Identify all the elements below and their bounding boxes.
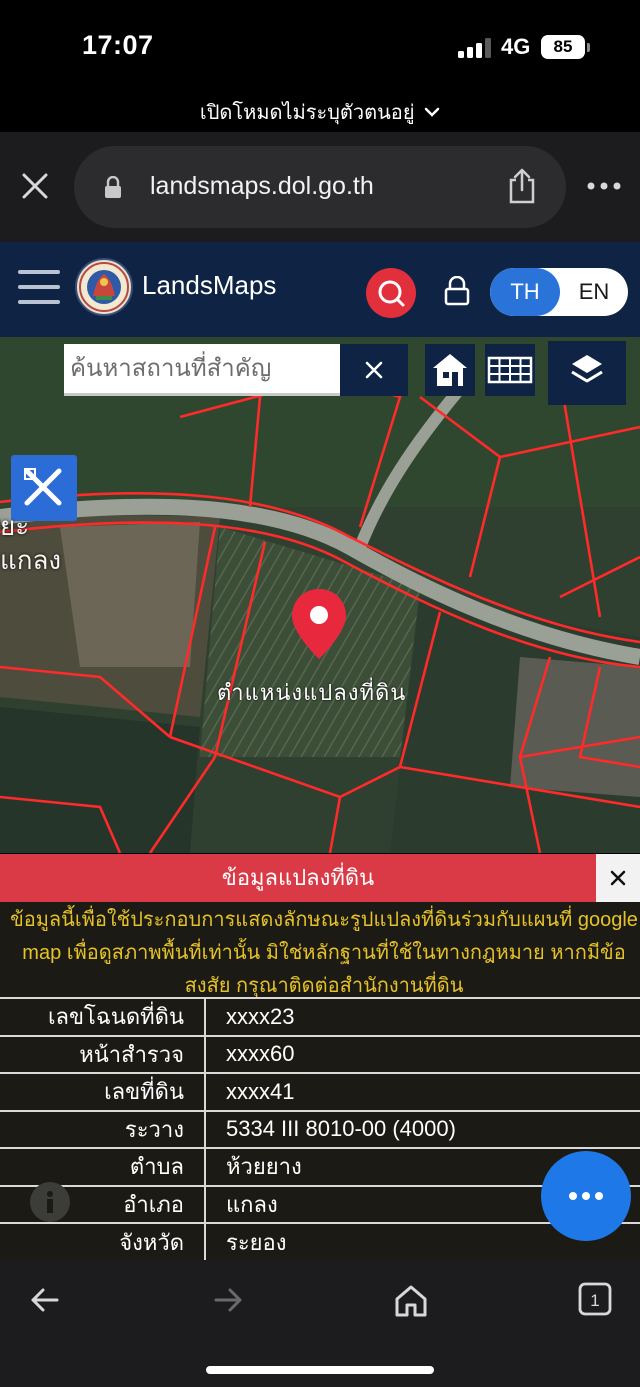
- grid-button[interactable]: [485, 344, 535, 396]
- table-row: หน้าสำรวจ xxxx60: [0, 1034, 640, 1073]
- site-header: LandsMaps TH EN: [0, 242, 640, 337]
- url-text: landsmaps.dol.go.th: [150, 172, 374, 200]
- map-view[interactable]: ยะ แกลง ตำแหน่งแปลงที่ดิน: [0, 337, 640, 853]
- department-logo: [75, 258, 133, 316]
- tabs-button[interactable]: 1: [576, 1280, 616, 1320]
- place-search-field[interactable]: [64, 344, 340, 396]
- row-value: xxxx41: [205, 1072, 640, 1111]
- grid-icon: [487, 356, 533, 384]
- share-icon[interactable]: [507, 168, 537, 204]
- lang-th-button[interactable]: TH: [490, 268, 560, 316]
- status-bar: 17:07 4G 85: [0, 0, 640, 96]
- signal-icon: [458, 38, 491, 58]
- info-icon: [30, 1182, 70, 1222]
- login-lock-icon[interactable]: [444, 276, 470, 306]
- close-icon: [365, 361, 383, 379]
- tab-count: 1: [590, 1291, 599, 1310]
- battery-cap: [587, 43, 590, 52]
- close-icon[interactable]: [20, 171, 50, 201]
- panel-title: ข้อมูลแปลงที่ดิน: [0, 854, 596, 902]
- tabs-icon: 1: [578, 1282, 612, 1316]
- address-bar[interactable]: landsmaps.dol.go.th: [74, 146, 566, 228]
- language-toggle: TH EN: [490, 268, 628, 316]
- back-arrow-icon[interactable]: [25, 1280, 65, 1320]
- search-icon: [378, 280, 405, 307]
- parcel-location-label: ตำแหน่งแปลงที่ดิน: [217, 680, 407, 705]
- table-row: ระวาง 5334 III 8010-00 (4000): [0, 1109, 640, 1148]
- home-map-button[interactable]: [425, 344, 475, 396]
- status-time: 17:07: [82, 30, 154, 60]
- network-type: 4G: [501, 34, 531, 59]
- lock-icon: [105, 176, 121, 198]
- more-options-button[interactable]: [541, 1151, 631, 1241]
- lang-en-button[interactable]: EN: [560, 268, 628, 316]
- home-indicator: [206, 1366, 434, 1374]
- more-horizontal-icon: [569, 1192, 603, 1200]
- hamburger-menu-icon[interactable]: [18, 270, 60, 304]
- row-value: 5334 III 8010-00 (4000): [205, 1109, 640, 1148]
- district-map-label: ยะ แกลง: [0, 511, 62, 575]
- row-key: จังหวัด: [0, 1222, 206, 1261]
- forward-arrow-icon[interactable]: [208, 1280, 248, 1320]
- disclaimer-notice: ข้อมูลนี้เพื่อใช้ประกอบการแสดงลักษณะรูปแ…: [10, 909, 638, 997]
- close-icon: [610, 870, 626, 886]
- battery-icon: 85: [541, 35, 585, 59]
- chevron-down-icon: [424, 107, 440, 117]
- layers-icon: [571, 355, 603, 383]
- row-key: เลขที่ดิน: [0, 1072, 206, 1111]
- private-mode-text: เปิดโหมดไม่ระบุตัวตนอยู่: [199, 102, 415, 124]
- home-icon: [433, 354, 467, 386]
- more-icon[interactable]: [586, 180, 622, 192]
- row-key: หน้าสำรวจ: [0, 1034, 206, 1073]
- table-row: เลขโฉนดที่ดิน xxxx23: [0, 997, 640, 1036]
- clear-search-button[interactable]: [340, 344, 408, 396]
- browser-bottom-toolbar: 1: [0, 1260, 640, 1387]
- layers-button[interactable]: [548, 341, 626, 405]
- seal-icon: [79, 262, 129, 312]
- row-key: ระวาง: [0, 1109, 206, 1148]
- location-pin-icon[interactable]: [290, 587, 348, 661]
- place-search-input[interactable]: [64, 344, 340, 393]
- site-brand: LandsMaps: [142, 270, 277, 300]
- row-value: xxxx23: [205, 997, 640, 1036]
- home-icon[interactable]: [391, 1280, 431, 1320]
- panel-close-button[interactable]: [596, 854, 640, 902]
- row-key: ตำบล: [0, 1147, 206, 1186]
- private-mode-bar[interactable]: เปิดโหมดไม่ระบุตัวตนอยู่: [0, 96, 640, 132]
- row-value: xxxx60: [205, 1034, 640, 1073]
- search-button[interactable]: [366, 268, 416, 318]
- row-key: เลขโฉนดที่ดิน: [0, 997, 206, 1036]
- table-row: เลขที่ดิน xxxx41: [0, 1072, 640, 1111]
- browser-top-bar: landsmaps.dol.go.th: [0, 132, 640, 242]
